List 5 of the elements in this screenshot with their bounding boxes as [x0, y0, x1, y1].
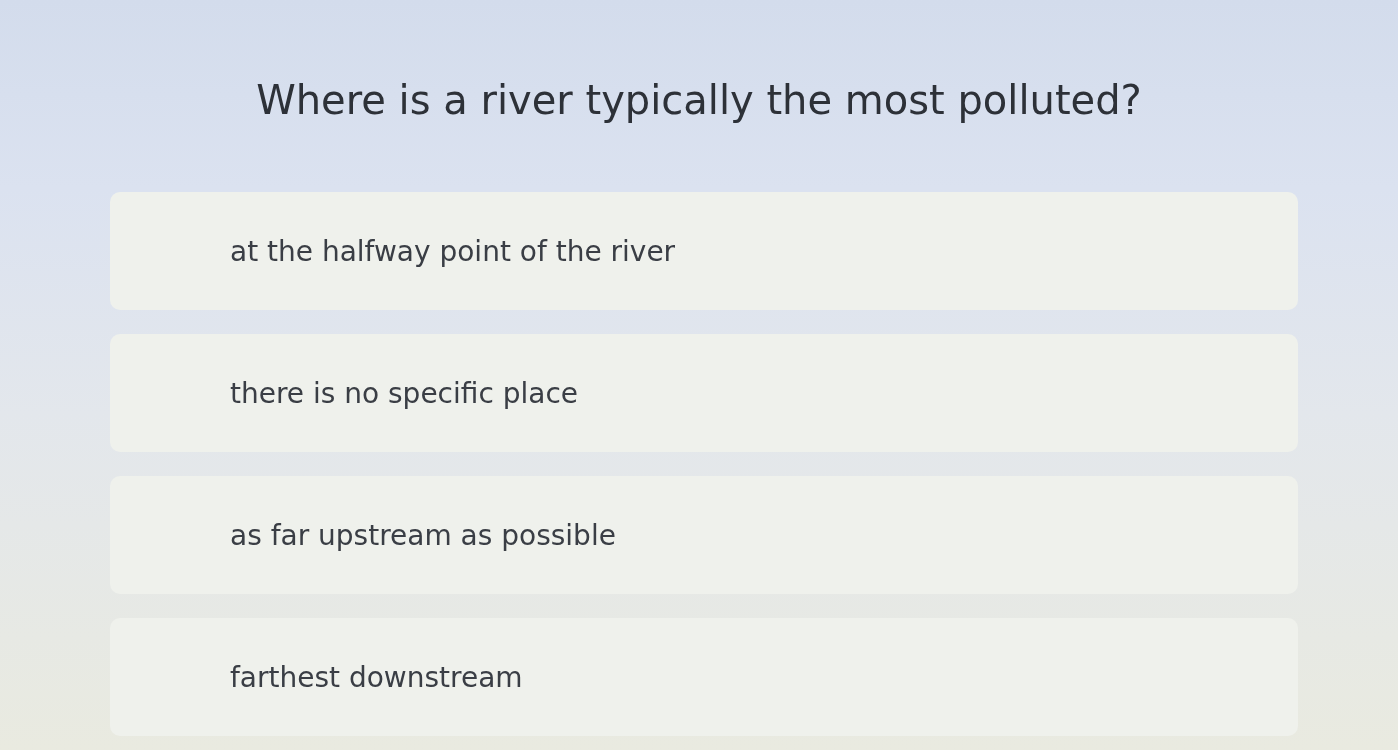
- answer-option[interactable]: there is no specific place: [110, 334, 1298, 452]
- answer-option[interactable]: as far upstream as possible: [110, 476, 1298, 594]
- answer-option[interactable]: farthest downstream: [110, 618, 1298, 736]
- question-text: Where is a river typically the most polluted?: [256, 76, 1142, 125]
- answer-option[interactable]: at the halfway point of the river: [110, 192, 1298, 310]
